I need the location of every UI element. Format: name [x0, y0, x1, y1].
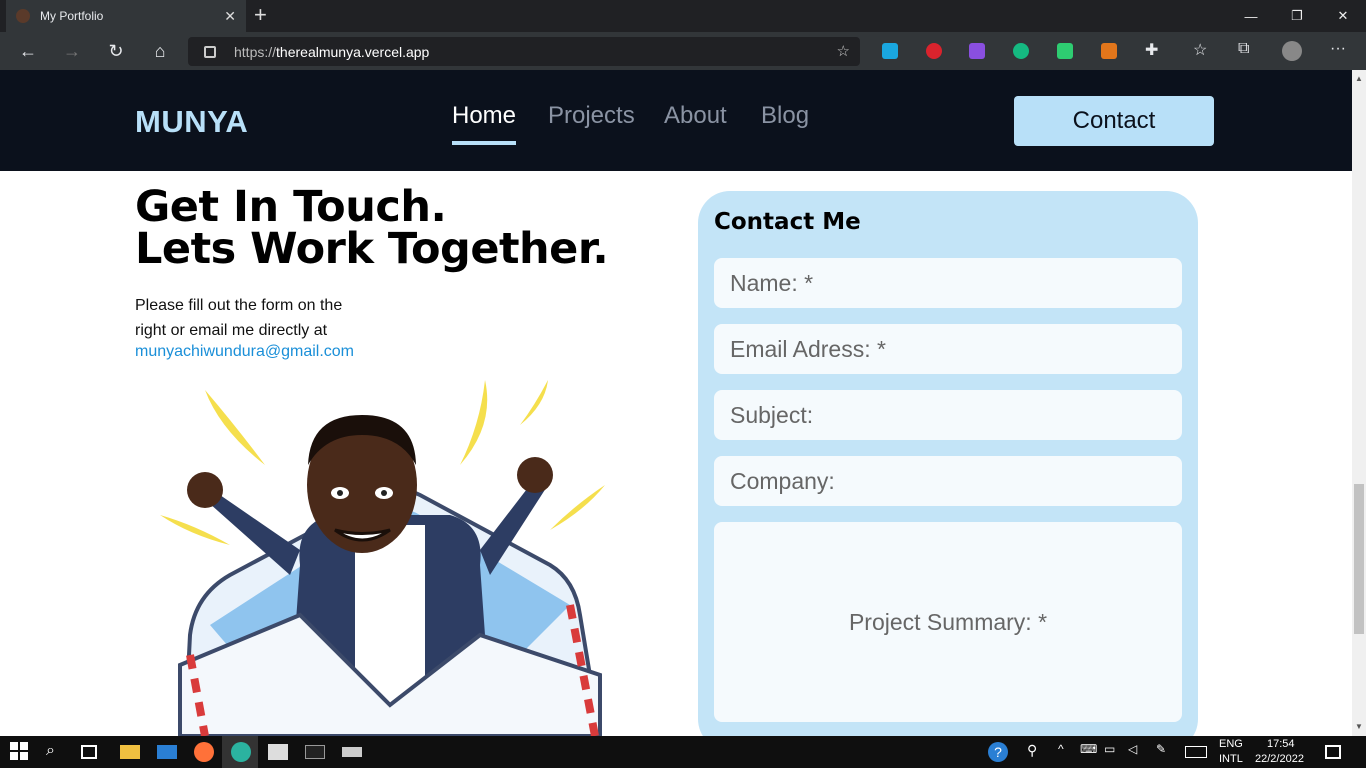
edge-icon[interactable] — [231, 742, 251, 762]
search-icon[interactable]: ⌕ — [46, 742, 66, 762]
nav-about[interactable]: About — [664, 102, 727, 130]
lock-icon — [204, 45, 216, 58]
site-logo[interactable]: MUNYA — [135, 104, 248, 140]
favorite-star-icon[interactable]: ☆ — [837, 42, 850, 60]
back-icon[interactable]: ← — [17, 40, 39, 62]
new-tab-icon[interactable]: + — [254, 4, 267, 26]
reload-icon[interactable]: ↻ — [105, 40, 127, 62]
nav-home[interactable]: Home — [452, 102, 516, 130]
volume-icon[interactable]: ◁ — [1128, 742, 1148, 762]
extension-purple-icon[interactable] — [969, 43, 985, 59]
extension-metamask-icon[interactable] — [1101, 43, 1117, 59]
extension-adblock-icon[interactable] — [926, 43, 942, 59]
scroll-down-icon[interactable]: ▼ — [1352, 720, 1366, 734]
form-title: Contact Me — [714, 209, 861, 235]
intro-line-1: Please fill out the form on the — [135, 297, 343, 314]
store-icon[interactable] — [268, 744, 288, 760]
page-headline: Get In Touch. Lets Work Together. — [135, 182, 609, 274]
more-menu-icon[interactable]: ··· — [1330, 40, 1346, 58]
url-host: therealmunya.vercel.app — [276, 43, 430, 60]
terminal-icon[interactable] — [305, 745, 325, 759]
language-code[interactable]: ENG — [1219, 738, 1243, 750]
help-icon[interactable]: ? — [988, 742, 1008, 762]
intro-text: Please fill out the form on the right or… — [135, 293, 395, 343]
mail-icon[interactable] — [157, 745, 177, 759]
extension-translate-icon[interactable] — [882, 43, 898, 59]
avatar-envelope-illustration — [150, 375, 620, 736]
extension-green-icon[interactable] — [1057, 43, 1073, 59]
profile-avatar[interactable] — [1282, 41, 1302, 61]
collections-icon[interactable]: ⧉ — [1238, 40, 1249, 58]
address-bar[interactable]: https://therealmunya.vercel.app ☆ — [188, 37, 860, 66]
tab-title: My Portfolio — [40, 9, 104, 23]
notifications-icon[interactable] — [1325, 745, 1341, 759]
url-scheme: https:// — [234, 43, 277, 60]
nav-active-underline — [452, 141, 516, 145]
browser-tab[interactable]: My Portfolio ✕ — [6, 0, 246, 32]
scrollbar-thumb[interactable] — [1354, 484, 1364, 634]
intro-line-2: right or email me directly at — [135, 322, 328, 339]
show-hidden-icons[interactable]: ^ — [1058, 742, 1078, 762]
file-explorer-icon[interactable] — [120, 745, 140, 759]
nav-projects[interactable]: Projects — [548, 102, 635, 130]
email-field[interactable]: Email Adress: * — [714, 324, 1182, 374]
close-tab-icon[interactable]: ✕ — [224, 8, 236, 25]
favorites-icon[interactable]: ☆ — [1193, 40, 1207, 60]
app-icon[interactable] — [342, 747, 362, 757]
email-link[interactable]: munyachiwundura@gmail.com — [135, 343, 354, 361]
project-summary-field[interactable]: Project Summary: * — [714, 522, 1182, 722]
favicon-icon — [16, 9, 30, 23]
nav-blog[interactable]: Blog — [761, 102, 809, 130]
network-icon[interactable]: ▭ — [1104, 742, 1124, 762]
touch-keyboard-icon[interactable] — [1185, 746, 1207, 758]
input-indicator-icon[interactable]: ⌨ — [1080, 742, 1100, 762]
people-icon[interactable]: ⚲ — [1027, 742, 1047, 762]
company-field[interactable]: Company: — [714, 456, 1182, 506]
clock-date[interactable]: 22/2/2022 — [1255, 753, 1304, 765]
close-window-icon[interactable]: ✕ — [1320, 0, 1366, 32]
forward-icon[interactable]: → — [61, 40, 83, 62]
firefox-icon[interactable] — [194, 742, 214, 762]
extension-grammarly-icon[interactable] — [1013, 43, 1029, 59]
contact-button[interactable]: Contact — [1014, 96, 1214, 146]
home-icon[interactable]: ⌂ — [149, 40, 171, 62]
subject-field[interactable]: Subject: — [714, 390, 1182, 440]
restore-icon[interactable]: ❐ — [1274, 0, 1320, 32]
clock-time[interactable]: 17:54 — [1267, 738, 1295, 750]
name-field[interactable]: Name: * — [714, 258, 1182, 308]
window-controls: — ❐ ✕ — [1228, 0, 1366, 32]
windows-start-icon[interactable] — [10, 742, 30, 762]
headline-line-2: Lets Work Together. — [135, 224, 609, 274]
task-view-icon[interactable] — [81, 745, 97, 759]
scroll-up-icon[interactable]: ▲ — [1352, 72, 1366, 86]
minimize-icon[interactable]: — — [1228, 0, 1274, 32]
headline-line-1: Get In Touch. — [135, 182, 447, 232]
pen-icon[interactable]: ✎ — [1156, 742, 1176, 762]
extensions-puzzle-icon[interactable]: ✚ — [1145, 40, 1158, 60]
keyboard-layout[interactable]: INTL — [1219, 753, 1243, 765]
page-scrollbar[interactable] — [1352, 70, 1366, 736]
